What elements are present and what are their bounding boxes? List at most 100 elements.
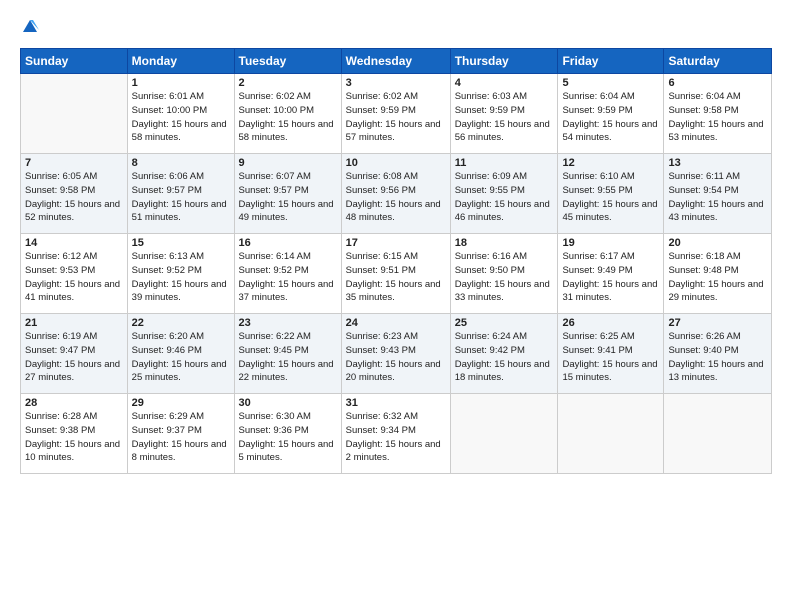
calendar-day-cell: 24Sunrise: 6:23 AMSunset: 9:43 PMDayligh… (341, 314, 450, 394)
weekday-header: Wednesday (341, 49, 450, 74)
calendar-day-cell: 31Sunrise: 6:32 AMSunset: 9:34 PMDayligh… (341, 394, 450, 474)
weekday-header: Saturday (664, 49, 772, 74)
day-number: 30 (239, 397, 337, 409)
calendar-day-cell: 6Sunrise: 6:04 AMSunset: 9:58 PMDaylight… (664, 74, 772, 154)
day-info: Sunrise: 6:03 AMSunset: 9:59 PMDaylight:… (455, 90, 554, 145)
day-number: 14 (25, 237, 123, 249)
calendar-day-cell: 2Sunrise: 6:02 AMSunset: 10:00 PMDayligh… (234, 74, 341, 154)
weekday-header: Monday (127, 49, 234, 74)
day-number: 27 (668, 317, 767, 329)
day-info: Sunrise: 6:28 AMSunset: 9:38 PMDaylight:… (25, 410, 123, 465)
day-info: Sunrise: 6:18 AMSunset: 9:48 PMDaylight:… (668, 250, 767, 305)
day-info: Sunrise: 6:32 AMSunset: 9:34 PMDaylight:… (346, 410, 446, 465)
day-number: 1 (132, 77, 230, 89)
day-number: 31 (346, 397, 446, 409)
day-number: 15 (132, 237, 230, 249)
day-info: Sunrise: 6:07 AMSunset: 9:57 PMDaylight:… (239, 170, 337, 225)
calendar-day-cell: 7Sunrise: 6:05 AMSunset: 9:58 PMDaylight… (21, 154, 128, 234)
calendar-day-cell (21, 74, 128, 154)
day-info: Sunrise: 6:29 AMSunset: 9:37 PMDaylight:… (132, 410, 230, 465)
day-info: Sunrise: 6:04 AMSunset: 9:58 PMDaylight:… (668, 90, 767, 145)
day-info: Sunrise: 6:13 AMSunset: 9:52 PMDaylight:… (132, 250, 230, 305)
calendar-day-cell: 16Sunrise: 6:14 AMSunset: 9:52 PMDayligh… (234, 234, 341, 314)
day-number: 13 (668, 157, 767, 169)
calendar-week-row: 1Sunrise: 6:01 AMSunset: 10:00 PMDayligh… (21, 74, 772, 154)
calendar-day-cell: 1Sunrise: 6:01 AMSunset: 10:00 PMDayligh… (127, 74, 234, 154)
weekday-header: Tuesday (234, 49, 341, 74)
day-info: Sunrise: 6:06 AMSunset: 9:57 PMDaylight:… (132, 170, 230, 225)
day-number: 23 (239, 317, 337, 329)
page-container: SundayMondayTuesdayWednesdayThursdayFrid… (0, 0, 792, 484)
day-number: 6 (668, 77, 767, 89)
calendar-day-cell: 20Sunrise: 6:18 AMSunset: 9:48 PMDayligh… (664, 234, 772, 314)
day-info: Sunrise: 6:10 AMSunset: 9:55 PMDaylight:… (562, 170, 659, 225)
day-number: 19 (562, 237, 659, 249)
day-number: 18 (455, 237, 554, 249)
day-info: Sunrise: 6:05 AMSunset: 9:58 PMDaylight:… (25, 170, 123, 225)
day-number: 3 (346, 77, 446, 89)
day-info: Sunrise: 6:25 AMSunset: 9:41 PMDaylight:… (562, 330, 659, 385)
calendar-day-cell: 14Sunrise: 6:12 AMSunset: 9:53 PMDayligh… (21, 234, 128, 314)
calendar-day-cell: 13Sunrise: 6:11 AMSunset: 9:54 PMDayligh… (664, 154, 772, 234)
logo-icon (21, 18, 39, 36)
day-info: Sunrise: 6:16 AMSunset: 9:50 PMDaylight:… (455, 250, 554, 305)
day-info: Sunrise: 6:14 AMSunset: 9:52 PMDaylight:… (239, 250, 337, 305)
day-number: 24 (346, 317, 446, 329)
calendar-day-cell (450, 394, 558, 474)
calendar-day-cell: 23Sunrise: 6:22 AMSunset: 9:45 PMDayligh… (234, 314, 341, 394)
calendar-week-row: 28Sunrise: 6:28 AMSunset: 9:38 PMDayligh… (21, 394, 772, 474)
calendar-week-row: 14Sunrise: 6:12 AMSunset: 9:53 PMDayligh… (21, 234, 772, 314)
calendar-day-cell: 21Sunrise: 6:19 AMSunset: 9:47 PMDayligh… (21, 314, 128, 394)
day-info: Sunrise: 6:26 AMSunset: 9:40 PMDaylight:… (668, 330, 767, 385)
day-number: 7 (25, 157, 123, 169)
day-info: Sunrise: 6:23 AMSunset: 9:43 PMDaylight:… (346, 330, 446, 385)
weekday-header: Friday (558, 49, 664, 74)
day-info: Sunrise: 6:20 AMSunset: 9:46 PMDaylight:… (132, 330, 230, 385)
day-number: 12 (562, 157, 659, 169)
day-info: Sunrise: 6:24 AMSunset: 9:42 PMDaylight:… (455, 330, 554, 385)
calendar-day-cell: 12Sunrise: 6:10 AMSunset: 9:55 PMDayligh… (558, 154, 664, 234)
calendar-day-cell: 29Sunrise: 6:29 AMSunset: 9:37 PMDayligh… (127, 394, 234, 474)
calendar-day-cell (558, 394, 664, 474)
calendar-week-row: 7Sunrise: 6:05 AMSunset: 9:58 PMDaylight… (21, 154, 772, 234)
calendar-day-cell: 30Sunrise: 6:30 AMSunset: 9:36 PMDayligh… (234, 394, 341, 474)
calendar-week-row: 21Sunrise: 6:19 AMSunset: 9:47 PMDayligh… (21, 314, 772, 394)
day-number: 17 (346, 237, 446, 249)
day-info: Sunrise: 6:30 AMSunset: 9:36 PMDaylight:… (239, 410, 337, 465)
calendar-day-cell: 18Sunrise: 6:16 AMSunset: 9:50 PMDayligh… (450, 234, 558, 314)
calendar-day-cell: 25Sunrise: 6:24 AMSunset: 9:42 PMDayligh… (450, 314, 558, 394)
calendar-day-cell: 17Sunrise: 6:15 AMSunset: 9:51 PMDayligh… (341, 234, 450, 314)
day-number: 16 (239, 237, 337, 249)
calendar-table: SundayMondayTuesdayWednesdayThursdayFrid… (20, 48, 772, 474)
day-info: Sunrise: 6:02 AMSunset: 10:00 PMDaylight… (239, 90, 337, 145)
calendar-day-cell: 5Sunrise: 6:04 AMSunset: 9:59 PMDaylight… (558, 74, 664, 154)
day-number: 9 (239, 157, 337, 169)
day-info: Sunrise: 6:02 AMSunset: 9:59 PMDaylight:… (346, 90, 446, 145)
day-number: 29 (132, 397, 230, 409)
calendar-day-cell: 9Sunrise: 6:07 AMSunset: 9:57 PMDaylight… (234, 154, 341, 234)
day-info: Sunrise: 6:22 AMSunset: 9:45 PMDaylight:… (239, 330, 337, 385)
calendar-day-cell: 27Sunrise: 6:26 AMSunset: 9:40 PMDayligh… (664, 314, 772, 394)
day-info: Sunrise: 6:08 AMSunset: 9:56 PMDaylight:… (346, 170, 446, 225)
calendar-day-cell (664, 394, 772, 474)
day-info: Sunrise: 6:15 AMSunset: 9:51 PMDaylight:… (346, 250, 446, 305)
day-info: Sunrise: 6:19 AMSunset: 9:47 PMDaylight:… (25, 330, 123, 385)
calendar-day-cell: 10Sunrise: 6:08 AMSunset: 9:56 PMDayligh… (341, 154, 450, 234)
day-number: 2 (239, 77, 337, 89)
day-info: Sunrise: 6:04 AMSunset: 9:59 PMDaylight:… (562, 90, 659, 145)
weekday-header: Thursday (450, 49, 558, 74)
calendar-day-cell: 8Sunrise: 6:06 AMSunset: 9:57 PMDaylight… (127, 154, 234, 234)
day-number: 10 (346, 157, 446, 169)
calendar-day-cell: 22Sunrise: 6:20 AMSunset: 9:46 PMDayligh… (127, 314, 234, 394)
calendar-header-row: SundayMondayTuesdayWednesdayThursdayFrid… (21, 49, 772, 74)
day-number: 8 (132, 157, 230, 169)
calendar-day-cell: 15Sunrise: 6:13 AMSunset: 9:52 PMDayligh… (127, 234, 234, 314)
calendar-day-cell: 26Sunrise: 6:25 AMSunset: 9:41 PMDayligh… (558, 314, 664, 394)
day-number: 22 (132, 317, 230, 329)
day-number: 20 (668, 237, 767, 249)
day-number: 25 (455, 317, 554, 329)
day-number: 4 (455, 77, 554, 89)
day-number: 21 (25, 317, 123, 329)
calendar-day-cell: 28Sunrise: 6:28 AMSunset: 9:38 PMDayligh… (21, 394, 128, 474)
day-number: 26 (562, 317, 659, 329)
